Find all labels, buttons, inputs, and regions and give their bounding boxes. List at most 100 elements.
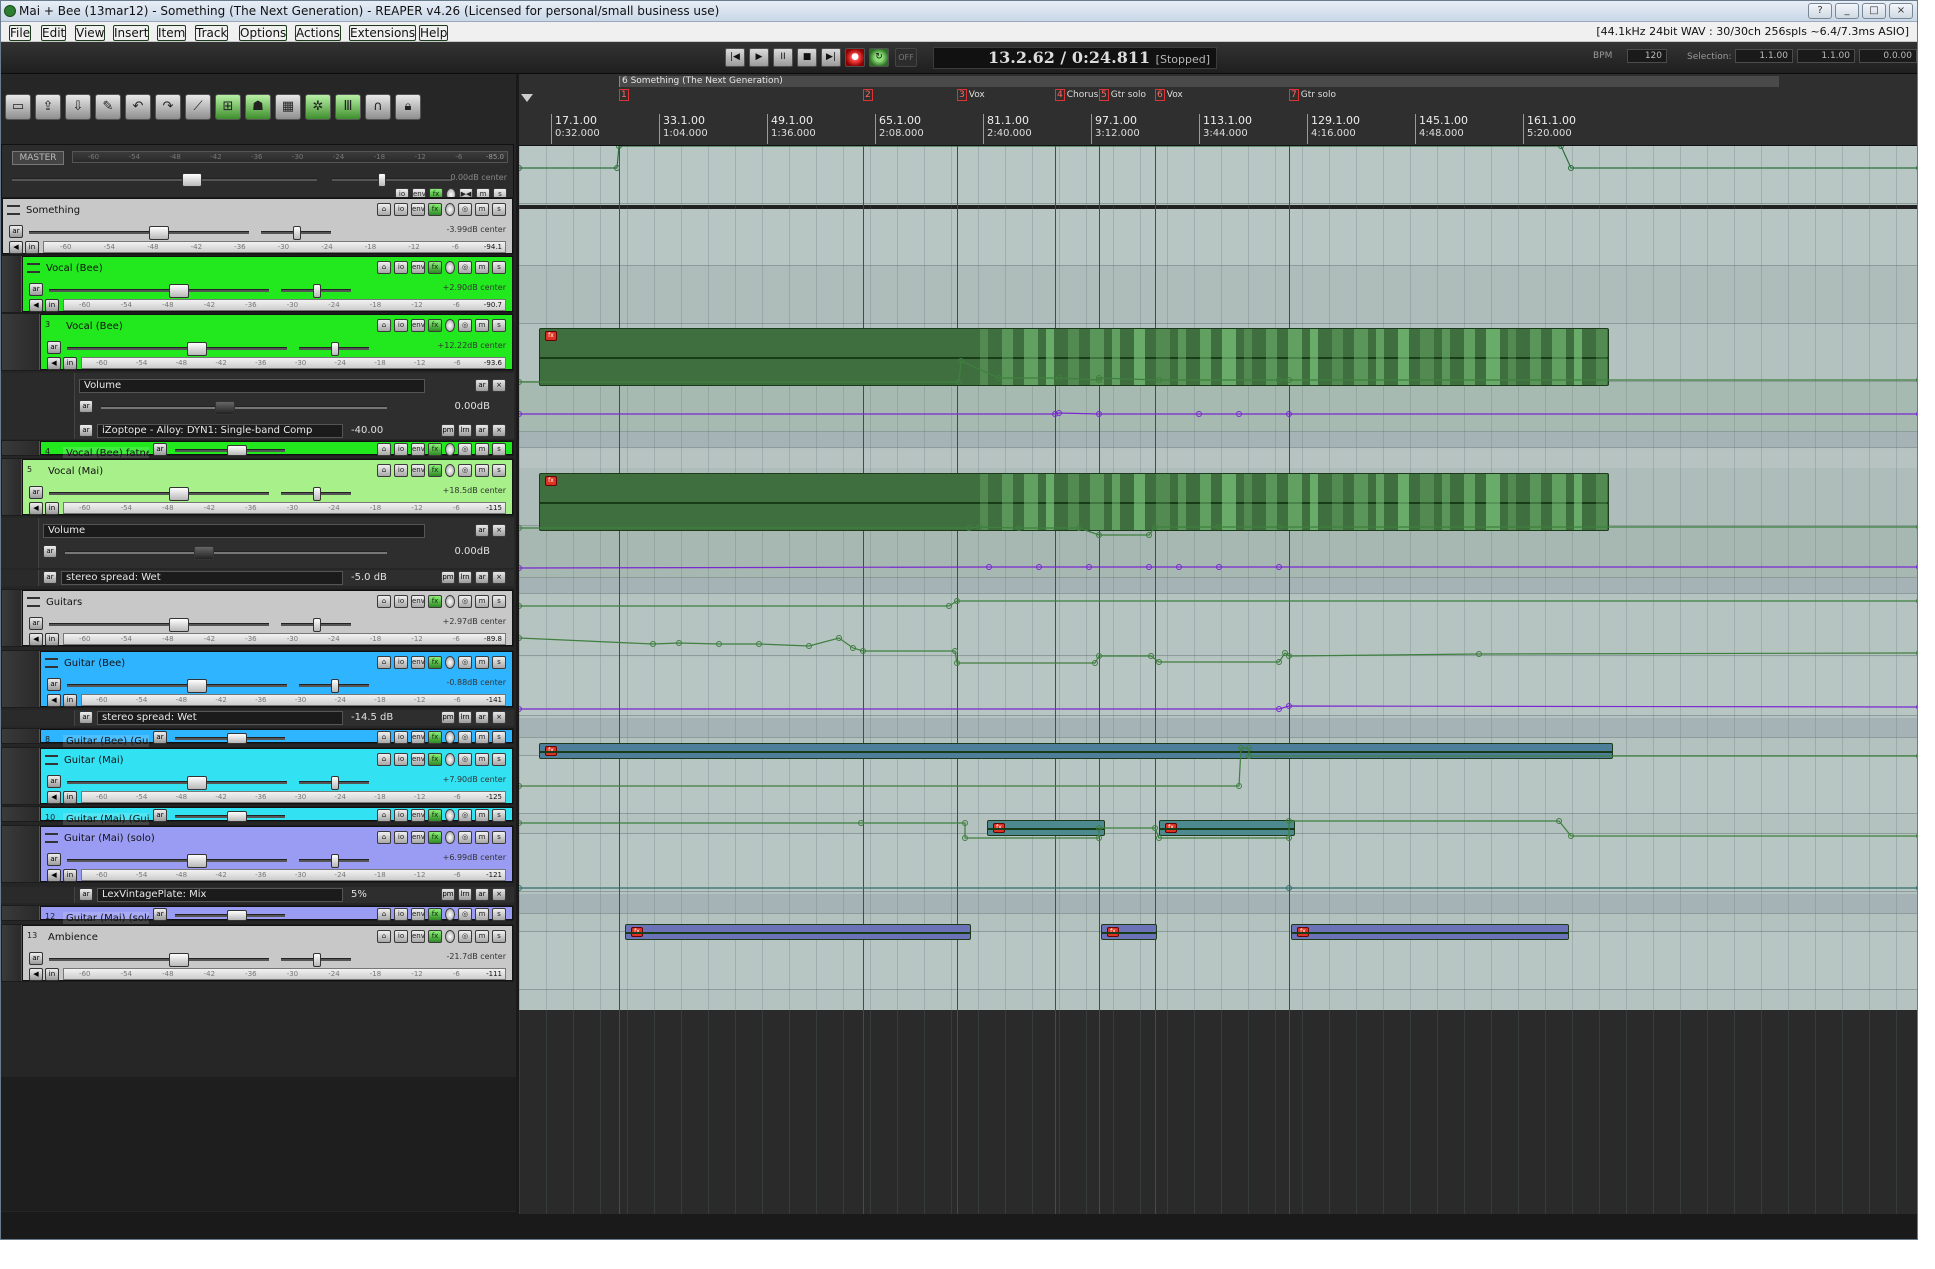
envelope-lane-vol_bee[interactable]: Volume ar × ar 0.00dB <box>1 373 514 423</box>
track-11[interactable]: Guitar (Mai) (solo) ⌂ io env fx ◎ m s ar +6.99dB … <box>1 825 514 883</box>
track-phase-icon[interactable]: ⌂ <box>377 203 391 216</box>
track-fx-bypass-toggle[interactable] <box>445 443 455 456</box>
track-fx-button[interactable]: fx <box>428 831 442 844</box>
track-phase-icon[interactable]: ⌂ <box>377 930 391 943</box>
track-pan-slider[interactable] <box>281 487 351 501</box>
track-phase-icon[interactable]: ⌂ <box>377 261 391 274</box>
track-volume-knob[interactable] <box>169 487 189 501</box>
menu-track[interactable]: Track <box>195 25 229 41</box>
envelope-param-mod-button[interactable]: pm <box>441 424 455 437</box>
master-volume-envelope[interactable] <box>519 146 1918 169</box>
track-pan-slider[interactable] <box>299 342 369 356</box>
folder-icon[interactable] <box>27 263 40 273</box>
track-volume-slider[interactable] <box>49 487 269 501</box>
guitar-mai-volume-envelope[interactable] <box>519 747 1918 787</box>
track-solo-button[interactable]: s <box>492 908 506 921</box>
track-name[interactable]: Guitar (Mai) (solo) <box>61 832 271 846</box>
track-5[interactable]: 5 Vocal (Mai) ⌂ io env fx ◎ m s ar +18.5dB center ◀… <box>1 458 514 516</box>
envelope-name[interactable]: stereo spread: Wet <box>97 711 343 725</box>
envelope-learn-button[interactable]: lrn <box>458 424 472 437</box>
envelope-param-mod-button[interactable]: pm <box>441 711 455 724</box>
envelope-name[interactable]: iZoptope - Alloy: DYN1: Single-band Comp <box>97 424 343 438</box>
envelope-close-button[interactable]: × <box>492 524 506 537</box>
track-phase-icon[interactable]: ⌂ <box>377 319 391 332</box>
headphones-icon[interactable]: ∩ <box>365 94 391 120</box>
track-solo-button[interactable]: s <box>492 319 506 332</box>
help-icon[interactable]: ? <box>1808 3 1832 19</box>
marker-1[interactable]: 1 <box>619 89 631 102</box>
region-something[interactable]: 6 Something (The Next Generation) <box>619 76 1779 87</box>
envelope-close-button[interactable]: × <box>492 424 506 437</box>
menu-help[interactable]: Help <box>419 25 449 41</box>
master-volume-slider[interactable] <box>12 173 317 187</box>
track-solo-button[interactable]: s <box>492 464 506 477</box>
undo-icon[interactable]: ↶ <box>125 94 151 120</box>
track-pan-slider[interactable] <box>299 854 369 868</box>
track-env-button[interactable]: env <box>411 203 425 216</box>
track-pan-slider[interactable] <box>299 679 369 693</box>
track-io-button[interactable]: io <box>394 261 408 274</box>
track-volume-knob[interactable] <box>227 910 247 921</box>
track-input-button[interactable]: in <box>25 241 39 254</box>
track-name[interactable]: Guitar (Mai) <box>61 754 271 768</box>
track-record-monitor-button[interactable]: ◎ <box>458 595 472 608</box>
track-io-button[interactable]: io <box>394 595 408 608</box>
track-input-button[interactable]: in <box>63 791 77 804</box>
track-env-button[interactable]: env <box>411 595 425 608</box>
envelope-point[interactable] <box>1916 833 1919 839</box>
envelope-arm-button[interactable]: ar <box>475 524 489 537</box>
track-volume-knob[interactable] <box>169 284 189 298</box>
track-fx-button[interactable]: fx <box>428 753 442 766</box>
track-panel[interactable]: Vocal (Bee) ⌂ io env fx ◎ m s ar +2.90dB center ◀ i… <box>22 256 513 312</box>
track-env-button[interactable]: env <box>411 930 425 943</box>
track-record-monitor-button[interactable]: ◎ <box>458 443 472 456</box>
track-input-button[interactable]: in <box>63 357 77 370</box>
marker-3[interactable]: 3 Vox <box>957 89 985 102</box>
envelope-name[interactable]: stereo spread: Wet <box>61 571 343 585</box>
track-fx-bypass-toggle[interactable] <box>445 753 455 766</box>
playhead-triangle-icon[interactable] <box>521 94 533 102</box>
track-fx-bypass-toggle[interactable] <box>445 261 455 274</box>
track-volume-slider[interactable] <box>49 618 269 632</box>
track-4[interactable]: 4 Vocal (Bee) fatnes ar ⌂ io env fx ◎ m s <box>1 440 514 461</box>
track-volume-slider[interactable] <box>175 811 285 822</box>
repeat-off-button[interactable]: OFF <box>895 48 917 67</box>
time-display[interactable]: 13.2.62 / 0:24.811 [Stopped] <box>933 47 1217 69</box>
track-phase-icon[interactable]: ⌂ <box>377 443 391 456</box>
track-volume-knob[interactable] <box>227 733 247 744</box>
track-env-button[interactable]: env <box>411 908 425 921</box>
track-volume-slider[interactable] <box>49 953 269 967</box>
guitars-volume-envelope[interactable] <box>519 600 1918 607</box>
track-volume-slider[interactable] <box>175 733 285 744</box>
track-volume-slider[interactable] <box>175 910 285 921</box>
track-volume-knob[interactable] <box>187 342 207 356</box>
envelope-close-button[interactable]: × <box>492 711 506 724</box>
track-volume-slider[interactable] <box>29 226 249 240</box>
envelope-close-button[interactable]: × <box>492 379 506 392</box>
track-phase-icon[interactable]: ⌂ <box>377 809 391 822</box>
track-fx-button[interactable]: fx <box>428 443 442 456</box>
envelope-param-mod-button[interactable]: pm <box>441 888 455 901</box>
track-name[interactable]: Something <box>23 204 233 218</box>
track-mute-button[interactable]: m <box>475 930 489 943</box>
track-6[interactable]: Guitars ⌂ io env fx ◎ m s ar +2.97dB center ◀ in -60… <box>1 589 514 647</box>
grid-icon[interactable]: ▦ <box>275 94 301 120</box>
track-monitor-button[interactable]: ◀ <box>47 869 61 882</box>
envelope-arm-button[interactable]: ar <box>475 571 489 584</box>
track-mute-button[interactable]: m <box>475 443 489 456</box>
menu-edit[interactable]: Edit <box>41 25 67 41</box>
envelope-lane-vol_mai[interactable]: Volume ar × ar 0.00dB <box>1 518 514 568</box>
envelope-learn-button[interactable]: lrn <box>458 888 472 901</box>
track-mute-button[interactable]: m <box>475 908 489 921</box>
envelope-point[interactable] <box>1916 165 1919 171</box>
track-fx-bypass-toggle[interactable] <box>445 908 455 921</box>
track-panel[interactable]: 8 Guitar (Bee) (Gui ar ⌂ io env fx ◎ m s <box>40 729 513 749</box>
envelope-close-button[interactable]: × <box>492 571 506 584</box>
snap-icon[interactable]: ⊞ <box>215 94 241 120</box>
track-io-button[interactable]: io <box>394 809 408 822</box>
track-fx-bypass-toggle[interactable] <box>445 731 455 744</box>
redo-icon[interactable]: ↷ <box>155 94 181 120</box>
track-solo-button[interactable]: s <box>492 261 506 274</box>
menu-insert[interactable]: Insert <box>113 25 150 41</box>
envelope-arm-toggle[interactable]: ar <box>43 571 57 584</box>
